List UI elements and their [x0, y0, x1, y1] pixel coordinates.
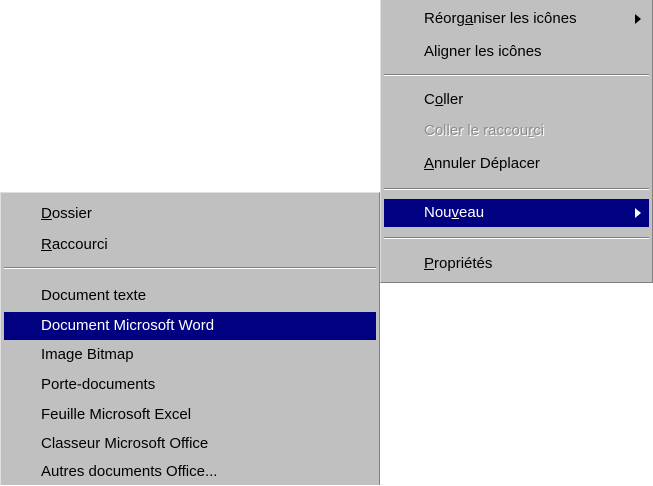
- submenu-item-excel-sheet[interactable]: Feuille Microsoft Excel: [4, 401, 376, 429]
- submenu-item-text-document[interactable]: Document texte: [4, 282, 376, 310]
- menu-separator: [384, 237, 649, 239]
- submenu-item-word-document[interactable]: Document Microsoft Word: [4, 312, 376, 340]
- menu-item-paste-shortcut: Coller le raccourci: [424, 122, 545, 139]
- menu-item-undo-move[interactable]: Annuler Déplacer: [384, 150, 649, 178]
- submenu-item-folder[interactable]: Dossier: [4, 200, 376, 228]
- submenu-item-other-office-documents[interactable]: Autres documents Office...: [4, 458, 376, 486]
- menu-item-arrange-icons[interactable]: Réorganiser les icônes: [384, 5, 649, 33]
- submenu-arrow-icon: [635, 14, 641, 24]
- menu-separator: [4, 267, 376, 269]
- menu-separator: [384, 188, 649, 190]
- submenu-item-briefcase[interactable]: Porte-documents: [4, 371, 376, 399]
- menu-item-properties[interactable]: Propriétés: [384, 250, 649, 278]
- desktop-context-menu: Réorganiser les icônes Aligner les icône…: [380, 0, 653, 283]
- submenu-item-bitmap-image[interactable]: Image Bitmap: [4, 341, 376, 369]
- menu-item-new[interactable]: Nouveau: [384, 199, 649, 227]
- submenu-item-shortcut[interactable]: Raccourci: [4, 231, 376, 259]
- submenu-arrow-icon: [635, 208, 641, 218]
- new-submenu: Dossier Raccourci Document texte Documen…: [0, 192, 380, 485]
- menu-item-align-icons[interactable]: Aligner les icônes: [384, 38, 649, 66]
- submenu-item-office-binder[interactable]: Classeur Microsoft Office: [4, 430, 376, 458]
- menu-item-paste[interactable]: Coller: [384, 86, 649, 114]
- menu-separator: [384, 74, 649, 76]
